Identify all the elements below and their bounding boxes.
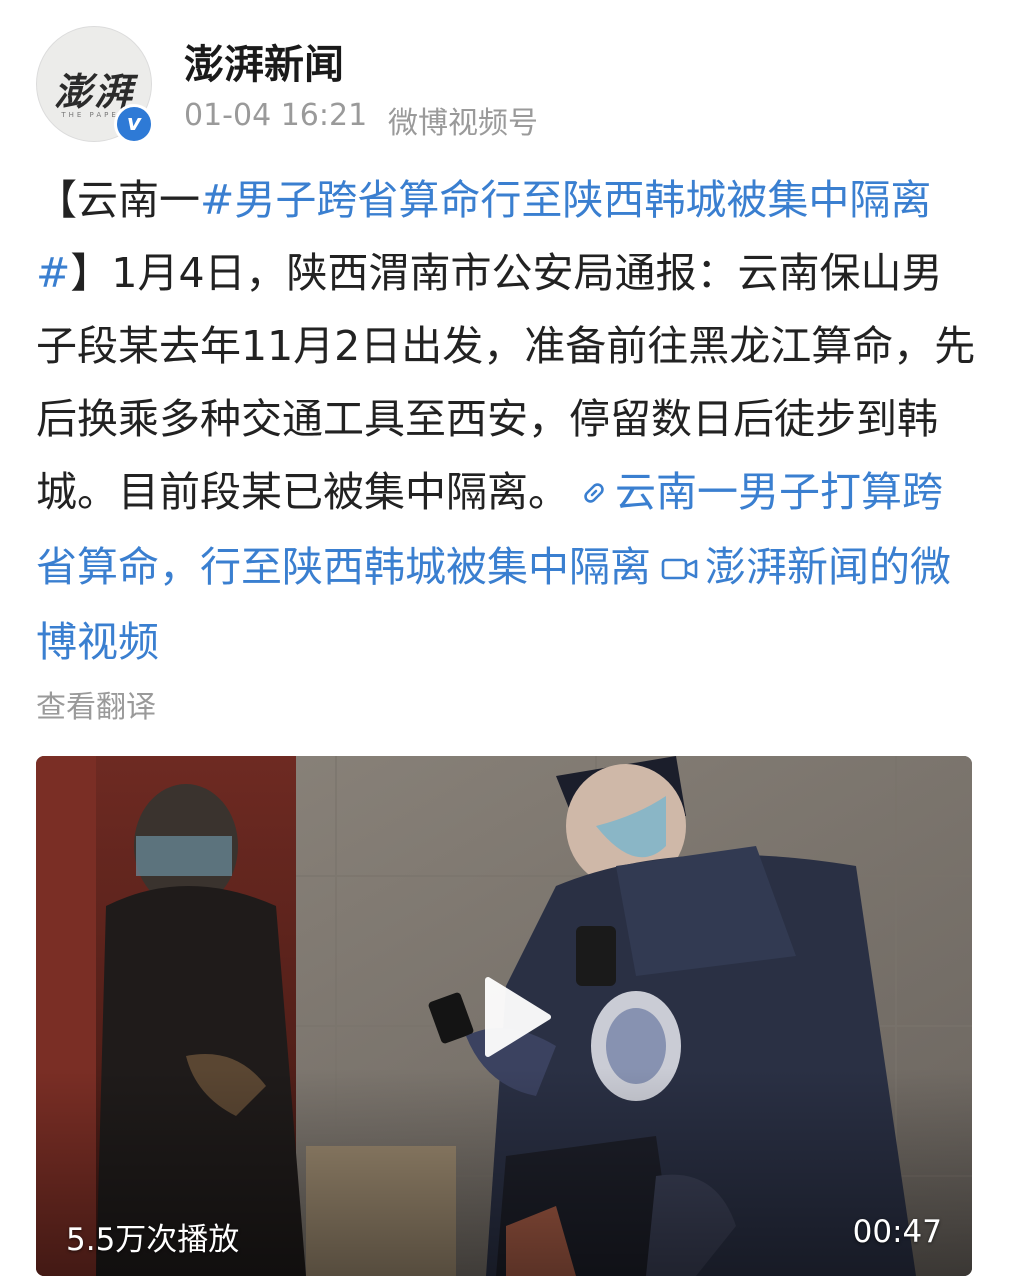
verified-badge-icon: v xyxy=(114,104,154,144)
video-duration: 00:47 xyxy=(852,1214,942,1250)
post-text-prefix: 【云南一 xyxy=(36,176,200,224)
link-icon xyxy=(579,458,609,531)
account-name[interactable]: 澎湃新闻 xyxy=(184,32,344,90)
weibo-post: 澎湃 THE PAPER v 澎湃新闻 01-04 16:21 微博视频号 【云… xyxy=(0,0,1012,1280)
avatar[interactable]: 澎湃 THE PAPER v xyxy=(36,26,154,144)
play-button[interactable] xyxy=(470,972,560,1062)
video-camera-icon xyxy=(661,533,699,606)
post-source[interactable]: 微博视频号 xyxy=(388,98,538,142)
view-translation-link[interactable]: 查看翻译 xyxy=(36,682,156,726)
video-player[interactable]: 5.5万次播放 00:47 xyxy=(36,756,972,1276)
play-count: 5.5万次播放 xyxy=(66,1222,240,1258)
post-text: 【云南一#男子跨省算命行至陕西韩城被集中隔离#】1月4日，陕西渭南市公安局通报：… xyxy=(36,164,980,679)
post-timestamp: 01-04 16:21 xyxy=(184,98,368,133)
play-icon xyxy=(485,977,551,1057)
